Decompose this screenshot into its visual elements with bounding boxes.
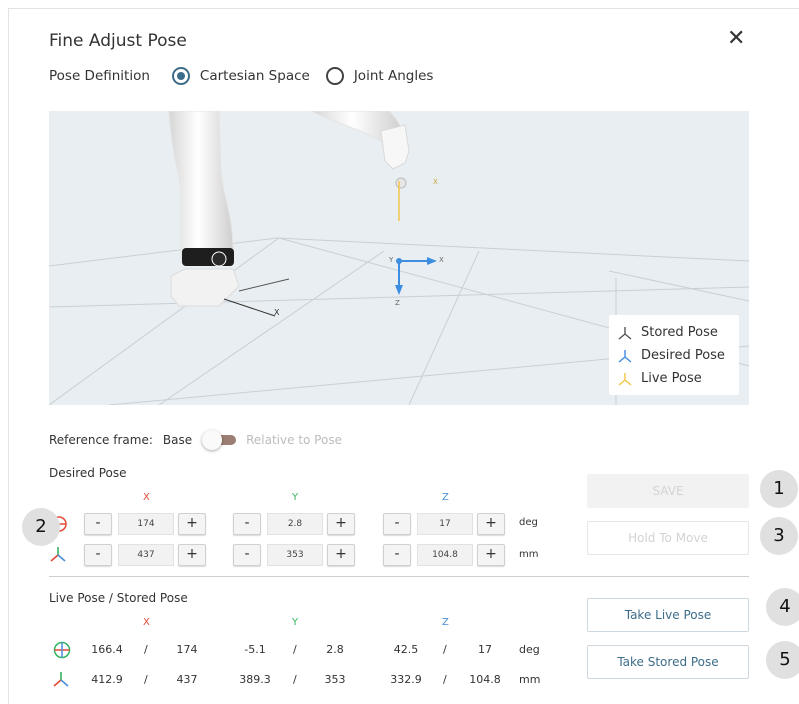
fine-adjust-pose-dialog: Fine Adjust Pose ✕ Pose Definition Carte… [8,8,799,704]
live-ty: 389.3 [239,673,271,686]
reference-frame: Reference frame: Base Relative to Pose [49,430,342,450]
separator: / [293,643,297,656]
tx-value[interactable]: 437 [118,544,174,566]
live-axis-y: Y [292,617,299,628]
translation-unit: mm [519,549,539,560]
desired-pose-label: Desired Pose [49,466,127,480]
robot-arm [168,111,410,317]
dialog-title: Fine Adjust Pose [49,31,187,51]
tx-minus-button[interactable]: - [84,544,112,566]
desired-pose-axes [395,257,437,295]
3d-viewport[interactable]: X Y X Z X Stored Pose Desired Pose Live … [49,111,749,405]
pose-definition: Pose Definition Cartesian Space Joint An… [49,66,449,86]
rotation-icon [53,641,71,659]
take-live-pose-button[interactable]: Take Live Pose [587,598,749,632]
desired-axis-x: X [143,492,150,503]
translation-icon [50,547,66,562]
callout-badge-4: 4 [766,588,799,626]
separator: / [144,643,148,656]
stored-tx: 437 [176,673,198,686]
stored-ry: 2.8 [326,643,344,656]
reference-relative-label: Relative to Pose [246,433,342,447]
legend-desired-pose: Desired Pose [617,344,731,367]
reference-frame-toggle[interactable] [202,430,237,450]
rx-value[interactable]: 174 [118,513,174,535]
live-tz: 332.9 [390,673,422,686]
radio-selected-icon [171,67,190,85]
separator: / [443,643,447,656]
desired-axis-z: Z [442,492,449,503]
axis-label-y-small: Y [388,256,394,264]
separator: / [144,673,148,686]
legend-desired-label: Desired Pose [641,348,725,363]
radio-unselected-icon [325,67,344,85]
rx-plus-button[interactable]: + [178,513,206,535]
callout-badge-2: 2 [22,508,60,546]
ry-value[interactable]: 2.8 [267,513,323,535]
reference-frame-label: Reference frame: [49,433,153,447]
ty-plus-button[interactable]: + [327,544,355,566]
legend-live-pose: Live Pose [617,367,731,390]
axis-label-x-small: X [439,256,444,264]
stored-rz: 17 [478,643,492,656]
rz-value[interactable]: 17 [417,513,473,535]
legend-stored-label: Stored Pose [641,325,718,340]
live-rotation-unit: deg [519,643,540,656]
ry-minus-button[interactable]: - [233,513,261,535]
ty-minus-button[interactable]: - [233,544,261,566]
radio-cartesian-label: Cartesian Space [199,68,310,84]
desired-axis-y: Y [292,492,299,503]
axis-label-x-live: X [433,178,438,186]
live-axis-z: Z [442,617,449,628]
callout-badge-1: 1 [760,470,798,508]
pose-legend: Stored Pose Desired Pose Live Pose [609,315,739,395]
close-icon[interactable]: ✕ [727,28,745,50]
reference-base-label: Base [162,433,193,447]
stored-rx: 174 [176,643,198,656]
radio-joint-label: Joint Angles [353,68,434,84]
hold-to-move-button[interactable]: Hold To Move [587,521,749,555]
ty-value[interactable]: 353 [267,544,323,566]
axis-label-x: X [274,308,280,317]
callout-badge-3: 3 [760,517,798,555]
live-translation-unit: mm [519,673,541,686]
rotation-unit: deg [519,517,538,528]
callout-badge-5: 5 [766,641,799,679]
live-tx: 412.9 [91,673,123,686]
tz-plus-button[interactable]: + [477,544,505,566]
axis-label-z-small: Z [395,299,400,307]
rz-minus-button[interactable]: - [383,513,411,535]
take-stored-pose-button[interactable]: Take Stored Pose [587,645,749,679]
save-button[interactable]: SAVE [587,474,749,508]
separator: / [293,673,297,686]
stored-tz: 104.8 [469,673,501,686]
translation-icon [53,672,69,687]
live-rx: 166.4 [91,643,123,656]
axes-icon-stored [618,326,632,340]
radio-joint-angles[interactable]: Joint Angles [325,67,434,85]
live-rz: 42.5 [393,643,419,656]
pose-definition-label: Pose Definition [49,68,150,84]
legend-stored-pose: Stored Pose [617,321,731,344]
ry-plus-button[interactable]: + [327,513,355,535]
stored-ty: 353 [324,673,346,686]
radio-cartesian-space[interactable]: Cartesian Space [171,67,310,85]
tz-value[interactable]: 104.8 [417,544,473,566]
axes-icon-desired [618,349,632,363]
live-ry: -5.1 [244,643,266,656]
tz-minus-button[interactable]: - [383,544,411,566]
live-axis-x: X [143,617,150,628]
legend-live-label: Live Pose [641,371,702,386]
rx-minus-button[interactable]: - [84,513,112,535]
separator: / [443,673,447,686]
live-stored-label: Live Pose / Stored Pose [49,591,188,605]
tx-plus-button[interactable]: + [178,544,206,566]
section-divider [49,576,749,577]
axes-icon-live [618,372,632,386]
rz-plus-button[interactable]: + [477,513,505,535]
